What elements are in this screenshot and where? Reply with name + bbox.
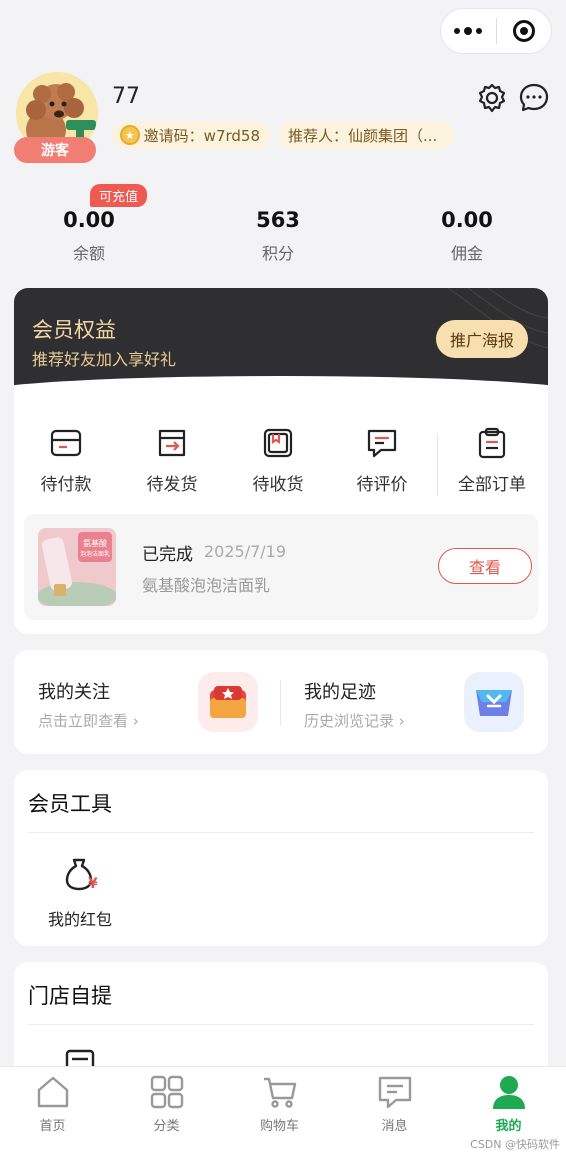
stat-label: 余额	[72, 244, 105, 263]
view-order-button[interactable]: 查看	[438, 548, 532, 584]
tab-messages[interactable]: 消息	[338, 1073, 451, 1134]
box-arrow-icon	[158, 429, 186, 457]
mini-program-capsule	[440, 8, 552, 54]
order-label: 全部订单	[458, 475, 526, 495]
package-icon	[263, 428, 293, 458]
more-dots-icon	[454, 26, 483, 35]
orders-card: 会员权益 推荐好友加入享好礼 推广海报 待付款 待发货 待收货 待评价 全部订单…	[14, 288, 548, 634]
tool-label: 我的红包	[47, 910, 112, 929]
red-packet-icon: ¥	[65, 858, 98, 892]
svg-text:¥: ¥	[88, 876, 98, 892]
message-bubble-icon[interactable]	[518, 82, 550, 114]
stat-points[interactable]: 563 积分	[218, 208, 338, 264]
star-box-icon	[198, 672, 258, 732]
watermark: CSDN @快码软件	[470, 1138, 560, 1151]
coin-star-icon: ★	[120, 125, 140, 145]
promo-poster-button[interactable]: 推广海报	[436, 320, 528, 358]
invite-code-chip[interactable]: ★ 邀请码：w7rd58	[112, 121, 270, 149]
product-thumbnail: 氨基酸 泡泡洁面乳	[38, 528, 116, 606]
order-date: 2025/7/19	[204, 542, 287, 561]
member-tools-card: 会员工具 ¥ 我的红包	[14, 770, 548, 946]
order-label: 待付款	[40, 475, 92, 495]
tab-label: 首页	[39, 1119, 66, 1134]
order-label: 待收货	[252, 475, 304, 495]
more-menu-button[interactable]	[441, 9, 496, 53]
recent-order[interactable]: 氨基酸 泡泡洁面乳 已完成 2025/7/19 氨基酸泡泡洁面乳 查看	[24, 514, 538, 620]
stat-label: 积分	[261, 244, 294, 263]
close-mini-program-button[interactable]	[497, 9, 552, 53]
shortcut-title: 我的关注	[38, 682, 110, 703]
banner-curve	[14, 376, 548, 392]
shortcut-subtitle: 点击立即查看 ›	[38, 712, 139, 730]
referrer-text: 推荐人：仙颜集团（...	[288, 126, 438, 145]
footprint-box-icon	[464, 672, 524, 732]
cart-icon	[263, 1077, 296, 1108]
order-label: 待评价	[356, 475, 408, 495]
my-footprints[interactable]: 我的足迹 历史浏览记录 ›	[281, 650, 548, 754]
tab-label: 分类	[153, 1119, 180, 1134]
order-status: 已完成	[142, 545, 193, 565]
user-icon	[492, 1076, 525, 1109]
vip-subtitle: 推荐好友加入享好礼	[32, 350, 177, 369]
vip-banner[interactable]: 会员权益 推荐好友加入享好礼 推广海报	[14, 288, 548, 392]
comment-icon	[367, 429, 397, 458]
shortcuts-card: 我的关注 点击立即查看 › 我的足迹 历史浏览记录 ›	[14, 650, 548, 754]
order-pending-receipt[interactable]: 待收货	[226, 426, 330, 495]
bottom-tab-bar: 首页 分类 购物车 消息 我的 CSDN @快码软件	[0, 1066, 566, 1156]
settings-gear-icon[interactable]	[476, 82, 508, 114]
shortcut-subtitle: 历史浏览记录 ›	[304, 712, 405, 730]
invite-code-text: 邀请码：w7rd58	[143, 126, 260, 145]
tab-cart[interactable]: 购物车	[223, 1073, 336, 1134]
svg-text:泡泡洁面乳: 泡泡洁面乳	[80, 550, 110, 558]
home-icon	[37, 1076, 68, 1108]
clipboard-icon	[478, 427, 506, 459]
order-pending-review[interactable]: 待评价	[330, 426, 434, 495]
recharge-tag[interactable]: 可充值	[90, 184, 148, 207]
tab-label: 我的	[495, 1119, 522, 1134]
referrer-chip[interactable]: 推荐人：仙颜集团（...	[278, 121, 454, 149]
tab-mine[interactable]: 我的	[452, 1073, 565, 1134]
guest-badge: 游客	[14, 137, 96, 163]
tab-label: 购物车	[259, 1119, 299, 1134]
stat-commission[interactable]: 0.00 佣金	[407, 208, 527, 264]
section-title: 会员工具	[28, 792, 112, 816]
grid-icon	[150, 1075, 183, 1109]
order-label: 待发货	[146, 475, 198, 495]
stat-value: 0.00	[63, 208, 115, 232]
shortcut-title: 我的足迹	[304, 682, 376, 703]
section-divider	[28, 832, 534, 833]
user-name: 77	[112, 84, 140, 109]
order-all[interactable]: 全部订单	[440, 426, 544, 495]
wallet-card-icon	[50, 429, 82, 457]
product-name: 氨基酸泡泡洁面乳	[142, 576, 271, 595]
vip-title: 会员权益	[32, 318, 116, 342]
stat-balance[interactable]: 0.00 余额	[29, 208, 149, 264]
order-pending-shipment[interactable]: 待发货	[120, 426, 224, 495]
my-follows[interactable]: 我的关注 点击立即查看 ›	[14, 650, 280, 754]
order-pending-payment[interactable]: 待付款	[14, 426, 118, 495]
order-status-row: 待付款 待发货 待收货 待评价 全部订单	[14, 426, 548, 496]
section-divider	[28, 1024, 534, 1025]
tab-category[interactable]: 分类	[110, 1073, 223, 1134]
message-icon	[378, 1076, 411, 1109]
stat-value: 563	[256, 208, 300, 232]
order-divider	[437, 434, 438, 496]
stat-value: 0.00	[441, 208, 493, 232]
stat-label: 佣金	[450, 244, 483, 263]
section-title: 门店自提	[28, 984, 112, 1008]
tool-red-packet[interactable]: ¥ 我的红包	[38, 854, 122, 930]
svg-text:氨基酸: 氨基酸	[83, 538, 107, 548]
tab-home[interactable]: 首页	[0, 1073, 109, 1134]
tab-label: 消息	[381, 1119, 408, 1134]
target-circle-icon	[512, 20, 535, 42]
